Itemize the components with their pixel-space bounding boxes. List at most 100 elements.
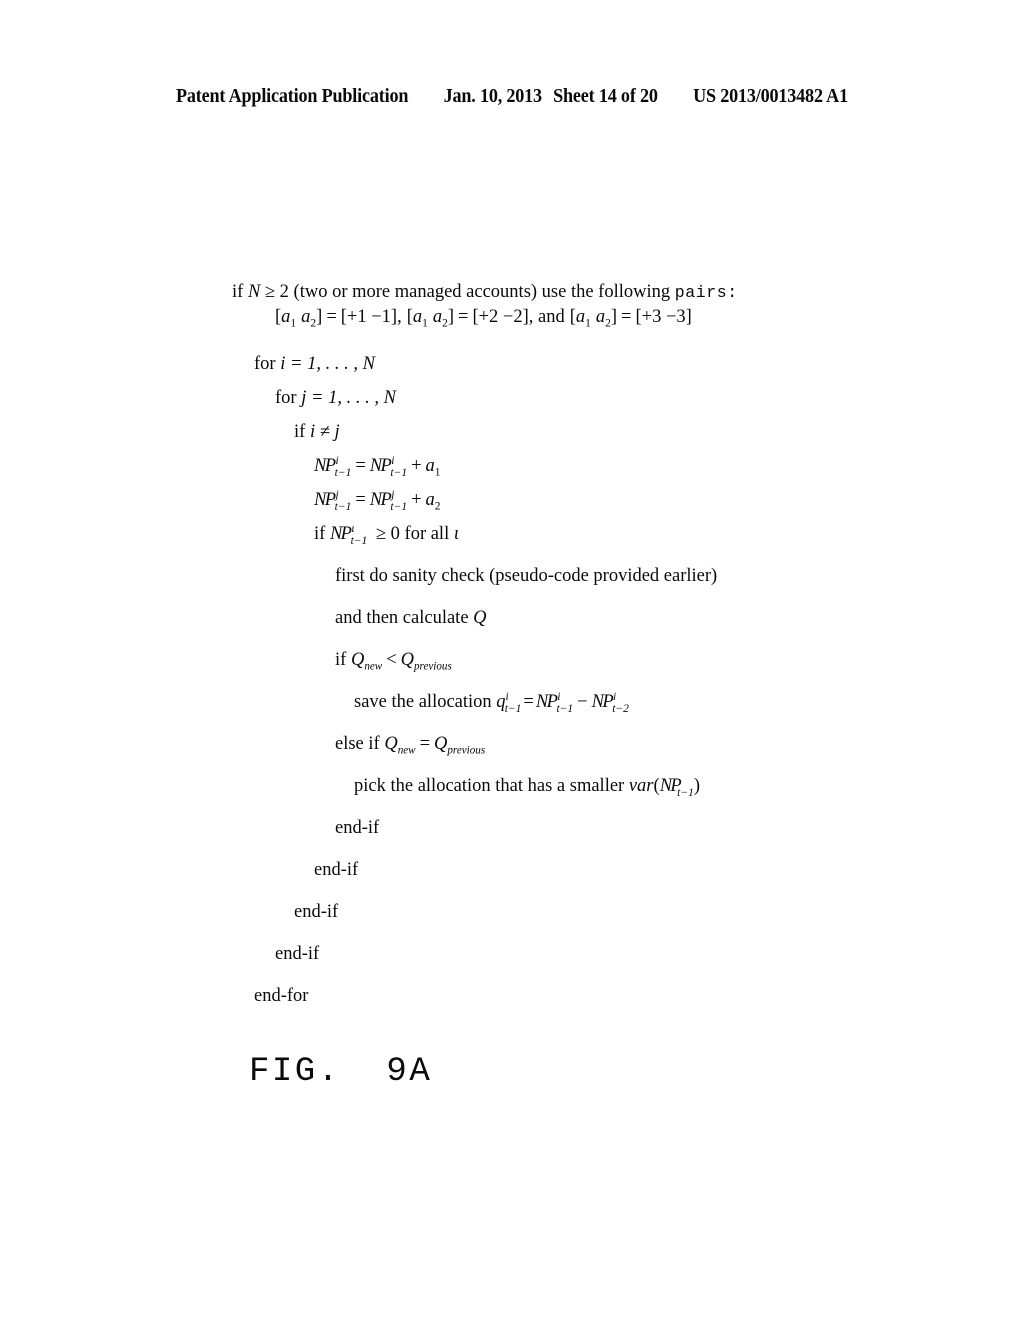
code-line-pick-allocation: pick the allocation that has a smaller v… [232, 777, 932, 802]
eq-i-equals: = [355, 456, 366, 476]
eq-i-lhs-sup: i [335, 454, 339, 467]
else-if-rhs-sub: previous [447, 744, 486, 757]
pair2-a2: a [432, 307, 443, 327]
save-t2-base: NP [591, 692, 614, 712]
code-line-if-i-neq-j: if i ≠ j [232, 423, 932, 448]
if-nonneg-sup: ι [351, 522, 355, 535]
eq-j-lhs-sup: j [335, 488, 339, 501]
eq-j-term: a [425, 490, 435, 510]
if-nonneg-condition: ≥ 0 for all [375, 524, 450, 544]
else-if-lhs-sub: new [397, 744, 416, 757]
save-t1-base: NP [535, 692, 558, 712]
eq-j-rhs-sup: j [391, 488, 395, 501]
code-line-for-i: for i = 1, . . . , N [232, 355, 932, 380]
pick-paren-open: ( [653, 776, 660, 796]
if-nonneg-index: ι [453, 524, 459, 544]
header-sheet: Sheet 14 of 20 [553, 86, 658, 107]
eq-i-term: a [425, 456, 435, 476]
page-header: Patent Application Publication Jan. 10, 2… [36, 86, 988, 108]
code-line-save-allocation: save the allocation qit−1 = NPit−1− NPit−2 [232, 690, 932, 718]
code-line-pairs-values: [a1 a2] = [+1 −1], [a1 a2] = [+2 −2], and [a1 a2]… [232, 308, 932, 333]
eq-i-term-sub: 1 [434, 466, 441, 479]
eq-j-rhs-base: NP [369, 490, 392, 510]
eq-j-equals: = [355, 490, 366, 510]
code-line-end-for: end-for [254, 986, 309, 1006]
eq-i-lhs-base: NP [314, 456, 336, 476]
intro-if-keyword: if [232, 282, 244, 302]
for-j-range: = 1, . . . , N [310, 388, 396, 408]
for-i-variable: i [280, 354, 286, 374]
code-line-if-nonnegative: if NPιt−1 ≥ 0 for all ι [232, 522, 932, 550]
if-nonneg-base: NP [329, 524, 352, 544]
eq-i-plus: + [411, 456, 422, 476]
save-q-sup: i [505, 690, 509, 703]
header-date: Jan. 10, 2013 [443, 86, 543, 107]
eq-j-term-sub: 2 [434, 500, 441, 513]
code-line-intro: if N ≥ 2 (two or more managed accounts) … [232, 283, 932, 308]
pick-allocation-text: pick the allocation that has a smaller [354, 776, 625, 796]
if-q-less-rhs: Q [400, 650, 414, 670]
eq-i-rhs-base: NP [369, 456, 392, 476]
pair3-equals: = [621, 307, 632, 327]
header-publication: Patent Application Publication [176, 86, 409, 107]
pick-np-sub: t−1 [677, 786, 694, 799]
for-j-variable: j [301, 388, 307, 408]
intro-pairs-label: pairs: [674, 283, 738, 302]
if-q-less-operator: < [386, 650, 397, 670]
pair2-a1-sub: 1 [422, 317, 428, 330]
pick-var-function: var [628, 776, 654, 796]
code-line-equation-j: NPjt−1 = NPjt−1 + a2 [232, 488, 932, 516]
pair3-a2: a [595, 307, 606, 327]
eq-i-lhs-sub: t−1 [334, 466, 352, 479]
header-patent-number: US 2013/0013482 A1 [693, 86, 848, 107]
intro-variable-N: N [247, 282, 261, 302]
if-q-less-rhs-sub: previous [414, 660, 452, 673]
pair1-value: [+1 −1], [340, 307, 402, 327]
code-line-calculate-q: and then calculate Q [232, 609, 932, 634]
pair3-a1: a [575, 307, 586, 327]
pair3-value: [+3 −3] [635, 307, 692, 327]
for-i-keyword: for [254, 354, 276, 374]
save-t1-sub: t−1 [556, 702, 574, 715]
if-ij-keyword: if [294, 422, 306, 442]
code-line-for-j: for j = 1, . . . , N [232, 389, 932, 414]
pseudocode-listing: if N ≥ 2 (two or more managed accounts) … [232, 283, 932, 1012]
save-q-sub: t−1 [504, 702, 522, 715]
else-if-operator: = [419, 734, 430, 754]
code-line-equation-i: NPit−1 = NPit−1 + a1 [232, 454, 932, 482]
calculate-q-text: and then calculate [335, 608, 469, 628]
if-nonneg-keyword: if [314, 524, 326, 544]
eq-j-lhs-base: NP [314, 490, 336, 510]
pair1-equals: = [326, 307, 337, 327]
code-line-end-if-2: end-if [314, 860, 359, 880]
if-ij-expression: i ≠ j [309, 422, 340, 442]
code-line-sanity-check: first do sanity check (pseudo-code provi… [335, 566, 718, 586]
pair2-equals: = [458, 307, 469, 327]
save-t1-sup: i [557, 690, 561, 703]
if-q-less-keyword: if [335, 650, 347, 670]
eq-j-rhs-sub: t−1 [390, 500, 408, 513]
figure-caption: FIG. 9A [249, 1053, 433, 1091]
pick-paren-close: ) [693, 776, 700, 796]
save-t2-sub: t−2 [612, 702, 629, 715]
save-t2-sup: i [613, 690, 617, 703]
pair1-a1-sub: 1 [290, 317, 297, 330]
code-line-else-if-q-equal: else if Qnew = Qprevious [232, 735, 932, 760]
code-line-end-if-3: end-if [294, 902, 339, 922]
else-if-rhs: Q [434, 734, 448, 754]
code-line-end-if-4: end-if [275, 944, 320, 964]
if-q-less-lhs: Q [350, 650, 365, 670]
eq-j-plus: + [411, 490, 422, 510]
intro-text: ≥ 2 (two or more managed accounts) use t… [264, 282, 671, 302]
eq-j-lhs-sub: t−1 [334, 500, 352, 513]
eq-i-rhs-sub: t−1 [390, 466, 408, 479]
save-allocation-text: save the allocation [354, 692, 492, 712]
if-q-less-lhs-sub: new [364, 660, 383, 673]
else-if-lhs: Q [384, 734, 398, 754]
patent-page: Patent Application Publication Jan. 10, 2… [0, 0, 1024, 1320]
pair3-a1-sub: 1 [585, 317, 591, 330]
save-equals: = [523, 692, 534, 712]
for-j-keyword: for [275, 388, 297, 408]
code-line-if-q-less: if Qnew < Qprevious [232, 651, 932, 676]
calculate-q-variable: Q [473, 608, 487, 628]
